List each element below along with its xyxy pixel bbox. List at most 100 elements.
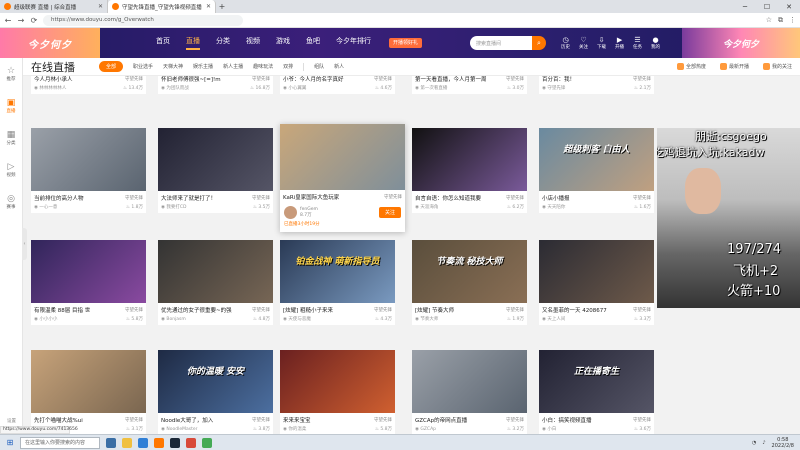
douyu-icon[interactable] — [154, 437, 164, 448]
card-streamer[interactable]: ◉ 天天陪你 — [542, 204, 565, 210]
filter-chip[interactable]: 娱乐主播 — [193, 63, 213, 70]
card-title[interactable]: 先打个喵喵大战%ui — [34, 416, 116, 424]
stream-card[interactable]: 优先通过的女子很重要~的强 守望先锋 ◉ Bonjasm ♨ 4.8万 — [158, 240, 273, 325]
stream-thumbnail[interactable]: 超级刺客 自由人 — [539, 128, 654, 191]
card-title[interactable]: 自言自语：你怎么知道我要 — [415, 194, 497, 202]
card-streamer[interactable]: ◉ GZCAp — [415, 427, 436, 432]
wechat-icon[interactable] — [202, 437, 212, 448]
stream-card[interactable]: 来来来宝宝 守望先锋 ◉ 你的温柔 ♨ 5.8万 — [280, 350, 395, 434]
stream-card[interactable]: 小爷：今人月的名字真好 守望先锋 ◉ 小心翼翼 ♨ 4.6万 — [280, 76, 395, 94]
nav-game[interactable]: 游戏 — [276, 36, 290, 50]
card-streamer[interactable]: ◉ 天使与恶魔 — [283, 316, 311, 322]
card-title[interactable]: KaRi皇家国际大鱼玩家 — [283, 193, 365, 201]
sidebar-item-recommend[interactable]: ☆ 推荐 — [0, 58, 22, 90]
file-explorer-icon[interactable] — [122, 437, 132, 448]
download-icon[interactable]: ⇩ 下载 — [596, 36, 607, 50]
card-streamer[interactable]: ◉ 你的温柔 — [283, 426, 306, 432]
search-input[interactable]: 搜索直播间 — [470, 36, 533, 50]
stream-thumbnail[interactable] — [31, 128, 146, 191]
url-input[interactable]: https://www.douyu.com/g_Overwatch — [43, 14, 243, 26]
nav-video[interactable]: 视频 — [246, 36, 260, 50]
stream-thumbnail[interactable] — [280, 124, 405, 190]
task-icon[interactable]: ☰ 任务 — [632, 36, 643, 50]
card-streamer[interactable]: ◉ Bonjasm — [161, 317, 186, 322]
filter-chip[interactable]: 新人 — [334, 63, 344, 70]
card-streamer[interactable]: ◉ 守望先锋 — [542, 85, 565, 91]
card-streamer[interactable]: ◉ 节奏大师 — [415, 316, 438, 322]
card-streamer[interactable]: ◉ 小小小小 — [34, 316, 57, 322]
stream-thumbnail[interactable] — [158, 240, 273, 303]
site-logo[interactable]: 今夕何夕 — [0, 28, 100, 58]
card-streamer[interactable]: ◉ 小白 — [542, 426, 556, 432]
avatar-icon[interactable]: ● 我的 — [650, 36, 661, 50]
card-title[interactable]: GZCAp的帝网点直播 — [415, 416, 497, 424]
stream-thumbnail[interactable] — [412, 350, 527, 413]
stream-card[interactable]: 百分百：我！ 守望先锋 ◉ 守望先锋 ♨ 2.1万 — [539, 76, 654, 94]
card-title[interactable]: [炫耀] 粗糙小子来来 — [283, 306, 365, 314]
avatar[interactable] — [284, 206, 297, 219]
follow-button[interactable]: 关注 — [378, 207, 401, 218]
browser-tab-1[interactable]: 超级联赛 直播 | 综合直播 ✕ — [0, 0, 108, 13]
card-title[interactable]: Noodle大哥了，加入 — [161, 416, 243, 424]
sidebar-item-live[interactable]: ▣ 直播 — [0, 90, 22, 122]
close-window-button[interactable]: ✕ — [778, 3, 800, 11]
floating-stream-preview[interactable]: 朋逝:csgoego 吃鸡退坑入坑:kakadw 197/274 飞机+2 火箭… — [657, 128, 800, 308]
card-streamer[interactable]: ◉ 为团队而战 — [161, 85, 189, 91]
start-button[interactable]: ⊞ — [0, 438, 20, 447]
card-title[interactable]: 当前排位的高分人物 — [34, 194, 116, 202]
card-title[interactable]: 优先通过的女子很重要~的强 — [161, 306, 243, 314]
stream-thumbnail[interactable]: 你的温暖 安安 — [158, 350, 273, 413]
back-icon[interactable]: ← — [4, 16, 12, 25]
stream-thumbnail[interactable] — [31, 240, 146, 303]
reload-icon[interactable]: ⟳ — [30, 16, 38, 25]
stream-card[interactable]: 第一天看直播，今人月第一周 守望先锋 ◉ 第一次看直播 ♨ 3.0万 — [412, 76, 527, 94]
search-icon[interactable]: ⌕ — [532, 36, 547, 50]
stream-card[interactable]: 今人月林小承人 守望先锋 ◉ 林林林林林人 ♨ 13.4万 — [31, 76, 146, 94]
card-streamer[interactable]: ◉ 小心翼翼 — [283, 85, 306, 91]
app-icon[interactable] — [186, 437, 196, 448]
history-icon[interactable]: ◷ 历史 — [560, 36, 571, 50]
card-title[interactable]: 怀旧老师傅很强~[=]!m — [161, 76, 243, 83]
filter-chip[interactable]: 趣味玩法 — [253, 63, 273, 70]
card-streamer[interactable]: ◉ 一心一意 — [34, 204, 57, 210]
sidebar-collapse-button[interactable]: ‹ — [22, 228, 27, 260]
stream-card[interactable]: GZCAp的帝网点直播 守望先锋 ◉ GZCAp ♨ 3.2万 — [412, 350, 527, 434]
stream-card[interactable]: 你的温暖 安安 Noodle大哥了，加入 守望先锋 ◉ NoodleMaster ♨ 3… — [158, 350, 273, 434]
card-streamer[interactable]: ◉ 林林林林林人 — [34, 85, 66, 91]
card-title[interactable]: [炫耀] 节奏大师 — [415, 306, 497, 314]
promo-button[interactable]: 开播领好礼 — [389, 38, 423, 48]
card-title[interactable]: 第一天看直播，今人月第一周 — [415, 76, 497, 83]
sort-new[interactable]: 最新开播 — [719, 63, 749, 70]
network-icon[interactable]: ◔ — [752, 440, 756, 446]
minimize-button[interactable]: ─ — [734, 3, 756, 11]
filter-chip[interactable]: 组队 — [314, 63, 324, 70]
stream-card[interactable]: 正在播寄生 小白：搞笑视频直播 守望先锋 ◉ 小白 ♨ 3.6万 — [539, 350, 654, 434]
card-title[interactable]: 百分百：我！ — [542, 76, 624, 83]
card-streamer[interactable]: ◉ 天涯海角 — [415, 204, 438, 210]
extensions-icon[interactable]: ⧉ — [778, 16, 783, 25]
card-title[interactable]: 有限温柔 88届 目指 世 — [34, 306, 116, 314]
stream-thumbnail[interactable]: 节奏流 秘技大师 — [412, 240, 527, 303]
card-streamer[interactable]: ◉ NoodleMaster — [161, 427, 197, 432]
filter-chip[interactable]: 职业选手 — [133, 63, 153, 70]
filter-chip-all[interactable]: 全部 — [99, 61, 124, 72]
stream-card[interactable]: 大法师来了就是打了！ 守望先锋 ◉ 我要打CD ♨ 3.5万 — [158, 128, 273, 213]
sort-hot[interactable]: 全部热度 — [676, 63, 706, 70]
edge-icon[interactable] — [138, 437, 148, 448]
stream-card[interactable]: 铂金战神 萌新指导员 [炫耀] 粗糙小子来来 守望先锋 ◉ 天使与恶魔 ♨ 4.3万 — [280, 240, 395, 325]
stream-thumbnail[interactable]: 铂金战神 萌新指导员 — [280, 240, 395, 303]
card-title[interactable]: 大法师来了就是打了！ — [161, 194, 243, 202]
task-view-icon[interactable] — [106, 437, 116, 448]
hover-stream-card[interactable]: KaRi皇家国际大鱼玩家 守望先锋 fenGem 8.7万 关注 已直播3小时19分 — [280, 124, 405, 232]
menu-icon[interactable]: ⋮ — [789, 16, 796, 25]
card-streamer[interactable]: ◉ 第一次看直播 — [415, 85, 447, 91]
card-streamer[interactable]: ◉ 我要打CD — [161, 204, 186, 210]
card-title[interactable]: 小白：搞笑视频直播 — [542, 416, 624, 424]
nav-live[interactable]: 直播 — [186, 36, 200, 50]
card-title[interactable]: 今人月林小承人 — [34, 76, 116, 83]
stream-thumbnail[interactable] — [280, 350, 395, 413]
stream-card[interactable]: 节奏流 秘技大师 [炫耀] 节奏大师 守望先锋 ◉ 节奏大师 ♨ 1.9万 — [412, 240, 527, 325]
stream-card[interactable]: 有限温柔 88届 目指 世 守望先锋 ◉ 小小小小 ♨ 5.8万 — [31, 240, 146, 325]
card-title[interactable]: 小爷：今人月的名字真好 — [283, 76, 365, 83]
card-title[interactable]: 小店小播报 — [542, 194, 624, 202]
